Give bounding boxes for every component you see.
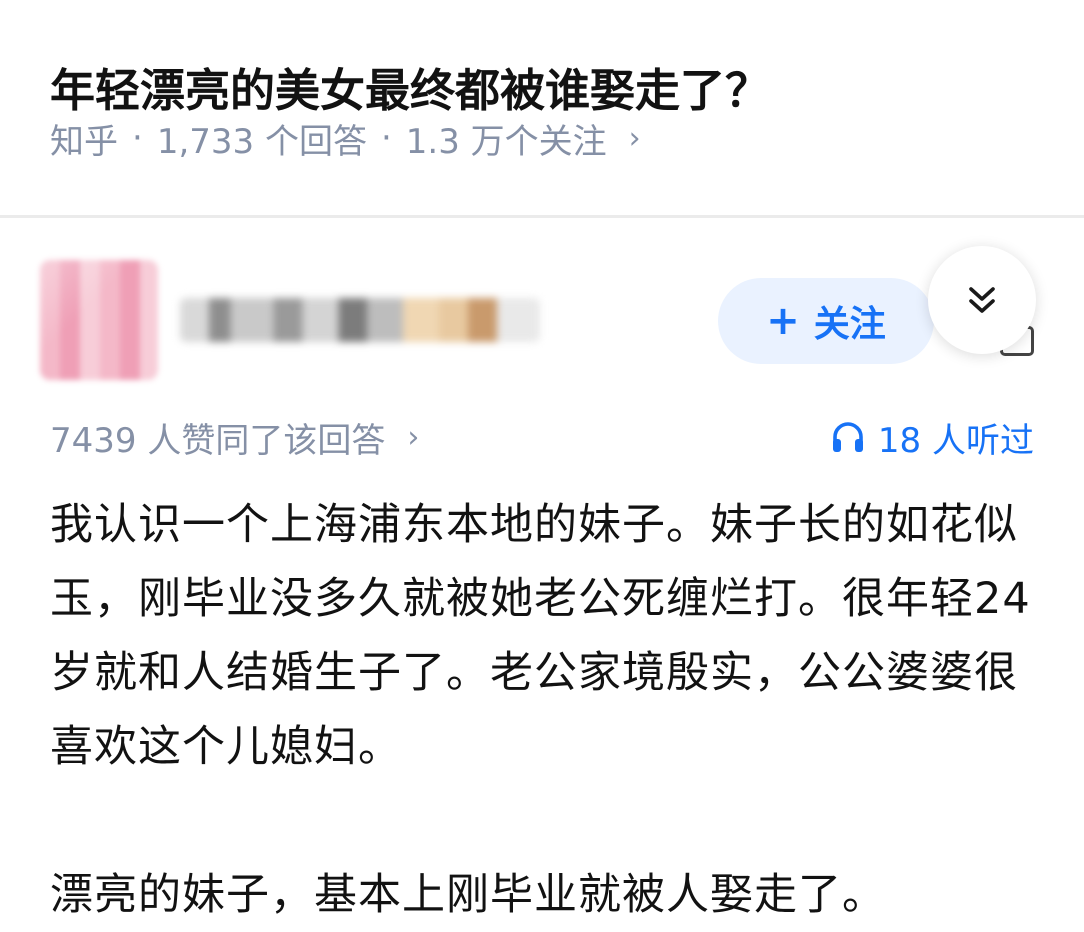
answer-content[interactable]: 我认识一个上海浦东本地的妹子。妹子长的如花似玉，刚毕业没多久就被她老公死缠烂打。… <box>50 488 1040 932</box>
follow-label: 关注 <box>813 304 886 345</box>
follow-button[interactable]: + 关注 <box>718 278 934 364</box>
section-divider <box>0 215 1084 218</box>
chevron-right-icon: › <box>628 120 641 156</box>
upvote-summary[interactable]: 7439 人赞同了该回答 › <box>50 410 419 464</box>
double-chevron-down-icon <box>969 287 995 313</box>
upvote-count: 7439 人赞同了该回答 <box>50 420 386 461</box>
listen-count[interactable]: 18 人听过 <box>830 410 1034 464</box>
author-name-blurred[interactable] <box>180 298 540 342</box>
answer-paragraph: 我认识一个上海浦东本地的妹子。妹子长的如花似玉，刚毕业没多久就被她老公死缠烂打。… <box>50 500 1031 772</box>
followers-count: 1.3 万个关注 <box>405 121 607 162</box>
meta-separator: · <box>380 118 392 158</box>
headphones-icon <box>832 422 863 452</box>
plus-icon: + <box>766 298 800 344</box>
source-label: 知乎 <box>50 121 118 162</box>
question-meta[interactable]: 知乎 · 1,733 个回答 · 1.3 万个关注 › <box>50 110 641 166</box>
author-avatar[interactable] <box>40 260 158 380</box>
meta-separator: · <box>132 118 143 158</box>
answer-paragraph: 漂亮的妹子，基本上刚毕业就被人娶走了。 <box>50 870 886 920</box>
answers-count: 1,733 个回答 <box>156 121 367 162</box>
chevron-right-icon: › <box>407 419 420 455</box>
collapse-button[interactable] <box>928 246 1036 354</box>
listen-text: 18 人听过 <box>877 420 1034 461</box>
